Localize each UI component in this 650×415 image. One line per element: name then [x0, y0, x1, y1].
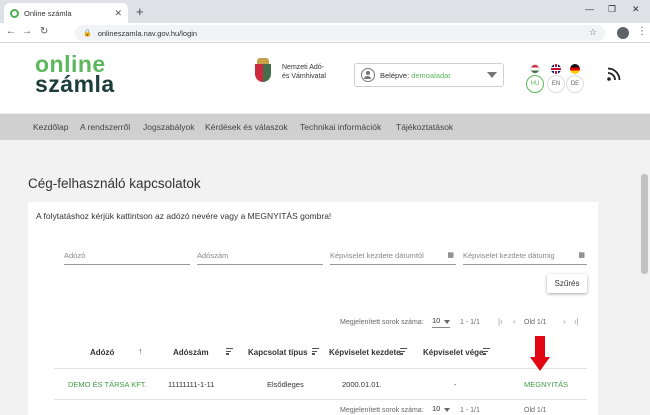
language-hu[interactable]: HU	[526, 64, 544, 93]
lock-icon: 🔒	[83, 30, 92, 37]
menu-item-kezdolap[interactable]: Kezdőlap	[33, 122, 68, 132]
column-header-tipus[interactable]: Kapcsolat típus	[248, 348, 308, 357]
language-en[interactable]: EN	[547, 64, 565, 93]
browser-tab[interactable]: Online számla ✕	[4, 3, 128, 23]
menu-item-jogszabalyok[interactable]: Jogszabályok	[143, 122, 195, 132]
profile-avatar-icon[interactable]	[617, 27, 629, 39]
last-page-icon[interactable]: ›|	[574, 317, 579, 326]
prev-page-icon[interactable]: ‹	[513, 317, 516, 326]
relations-card: A folytatáshoz kérjük kattintson az adóz…	[28, 202, 598, 415]
adoszam-filter-input[interactable]: Adószám	[197, 251, 323, 265]
column-header-vege[interactable]: Képviselet vége	[423, 348, 483, 357]
close-tab-icon[interactable]: ✕	[114, 8, 122, 19]
address-bar[interactable]: 🔒 onlineszamla.nav.gov.hu/login ☆	[75, 25, 605, 41]
page-size-label-bottom: Megjelenített sorok száma:	[340, 407, 424, 414]
url-text[interactable]: onlineszamla.nav.gov.hu/login	[98, 29, 197, 38]
table-cell-kezdete: 2000.01.01.	[342, 380, 382, 389]
nav-agency-logo[interactable]: Nemzeti Adó- és Vámhivatal	[252, 58, 326, 86]
language-code: EN	[547, 75, 565, 93]
instruction-text: A folytatáshoz kérjük kattintson az adóz…	[36, 211, 332, 221]
adozo-name-link[interactable]: DEMO ÉS TÁRSA KFT.	[68, 380, 147, 389]
page-indicator-bottom: Old 1/1	[524, 407, 547, 414]
page-indicator: Old 1/1	[524, 319, 547, 326]
filter-button[interactable]: Szűrés	[547, 274, 587, 293]
column-header-adozo[interactable]: Adózó	[90, 348, 114, 357]
forward-icon[interactable]: →	[22, 26, 32, 37]
scrollbar-thumb[interactable]	[641, 174, 648, 274]
table-cell-tipus: Elsődleges	[267, 380, 304, 389]
table-header-divider	[54, 368, 587, 369]
caret-down-icon	[487, 72, 497, 78]
language-code: HU	[526, 75, 544, 93]
first-page-icon[interactable]: |‹	[498, 317, 503, 326]
new-tab-button[interactable]: +	[136, 4, 144, 19]
table-cell-adoszam: 11111111-1-11	[168, 380, 215, 389]
calendar-icon[interactable]: ▦	[578, 251, 585, 259]
sort-icon[interactable]	[312, 348, 319, 356]
megnyitas-button[interactable]: MEGNYITÁS	[524, 380, 568, 389]
browser-toolbar: ← → ↻ 🔒 onlineszamla.nav.gov.hu/login ☆ …	[0, 23, 650, 43]
page-size-label: Megjelenített sorok száma:	[340, 319, 424, 326]
column-header-kezdete[interactable]: Képviselet kezdete	[329, 348, 401, 357]
table-cell-vege: -	[454, 380, 457, 389]
calendar-icon[interactable]: ▦	[447, 251, 454, 259]
table-row-divider	[54, 399, 587, 400]
flag-hungary-icon	[530, 64, 540, 74]
browser-menu-icon[interactable]: ⋮	[637, 26, 647, 37]
date-from-input[interactable]: Képviselet kezdete dátumtól ▦	[330, 251, 456, 265]
page-range-bottom: 1 - 1/1	[460, 407, 480, 414]
menu-item-rendszerrol[interactable]: A rendszerről	[80, 122, 130, 132]
site-header: online számla Nemzeti Adó- és Vámhivatal…	[0, 43, 650, 113]
login-username: demoaladar	[411, 70, 451, 80]
back-icon[interactable]: ←	[6, 26, 16, 37]
menu-item-kerdesek[interactable]: Kérdések és válaszok	[205, 122, 288, 132]
close-window-icon[interactable]: ✕	[632, 4, 640, 15]
logo-line2: számla	[35, 70, 115, 97]
page-scrollbar[interactable]	[639, 154, 650, 415]
site-favicon-icon	[10, 8, 19, 18]
sort-ascending-icon[interactable]: ↑	[138, 346, 143, 356]
browser-tab-bar: Online számla ✕ + — ❐ ✕	[0, 0, 650, 23]
language-de[interactable]: DE	[566, 64, 584, 93]
rss-feed-icon[interactable]	[607, 67, 621, 81]
page-size-select-bottom[interactable]: 10	[432, 404, 451, 415]
agency-name: Nemzeti Adó- és Vámhivatal	[282, 63, 326, 80]
main-menu: Kezdőlap A rendszerről Jogszabályok Kérd…	[0, 114, 650, 140]
minimize-icon[interactable]: —	[585, 4, 594, 14]
language-code: DE	[566, 75, 584, 93]
online-szamla-logo[interactable]: online számla	[35, 53, 115, 97]
login-label: Belépve:	[380, 70, 410, 80]
sort-icon[interactable]	[226, 348, 233, 356]
user-dropdown[interactable]: Belépve: demoaladar	[354, 63, 504, 87]
user-account-icon	[361, 68, 375, 82]
sort-icon[interactable]	[400, 348, 407, 356]
next-page-icon[interactable]: ›	[563, 317, 566, 326]
red-arrow-shaft	[535, 336, 545, 358]
flag-uk-icon	[551, 64, 561, 74]
menu-item-tajekoztatasok[interactable]: Tájékoztatások	[396, 122, 453, 132]
sort-icon[interactable]	[483, 348, 490, 356]
date-to-input[interactable]: Képviselet kezdete dátumig ▦	[463, 251, 587, 265]
red-arrow-down-icon	[530, 357, 550, 371]
page-range: 1 - 1/1	[460, 319, 480, 326]
maximize-icon[interactable]: ❐	[608, 4, 616, 15]
bookmark-star-icon[interactable]: ☆	[589, 27, 597, 38]
reload-icon[interactable]: ↻	[40, 26, 48, 37]
page-title: Cég-felhasználó kapcsolatok	[28, 176, 201, 191]
tab-title: Online számla	[24, 8, 72, 18]
adozo-filter-input[interactable]: Adózó	[64, 251, 190, 265]
page-size-select[interactable]: 10	[432, 316, 451, 328]
column-header-adoszam[interactable]: Adószám	[173, 348, 209, 357]
hungarian-crest-icon	[252, 58, 274, 86]
menu-item-technikai[interactable]: Technikai információk	[300, 122, 381, 132]
flag-germany-icon	[570, 64, 580, 74]
